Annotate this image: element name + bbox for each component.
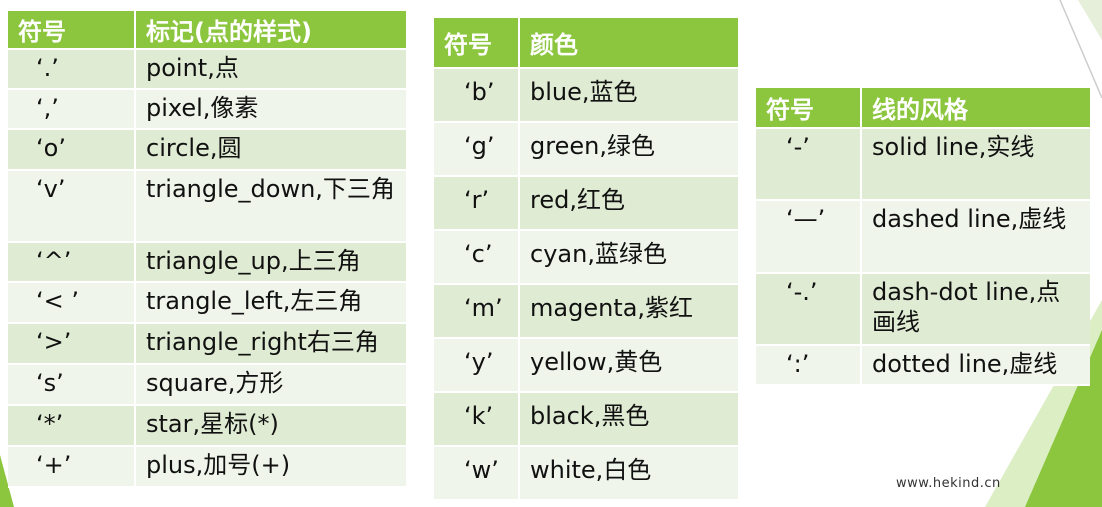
linestyle-header-style: 线的风格 xyxy=(861,88,1090,129)
color-row: ‘r’ red,红色 xyxy=(434,176,738,231)
color-symbol-cell: ‘r’ xyxy=(434,176,520,231)
color-description-cell: black,黑色 xyxy=(519,392,738,447)
marker-symbol-cell: ‘< ’ xyxy=(8,282,136,324)
linestyle-row: ‘-.’ dash-dot line,点画线 xyxy=(756,273,1090,346)
color-description-cell: magenta,紫红 xyxy=(519,284,738,339)
marker-description-cell: point,点 xyxy=(135,49,406,90)
marker-symbol-cell: ‘+’ xyxy=(8,446,136,488)
marker-symbol-cell: ‘v’ xyxy=(8,170,136,243)
marker-row: ‘,’ pixel,像素 xyxy=(8,89,406,130)
right-top-shape xyxy=(1078,0,1102,40)
marker-row: ‘< ’ trangle_left,左三角 xyxy=(8,282,406,324)
color-description-cell: green,绿色 xyxy=(519,122,738,177)
color-symbol-cell: ‘c’ xyxy=(434,230,520,285)
color-description-cell: blue,蓝色 xyxy=(519,68,738,123)
marker-row: ‘>’ triangle_right右三角 xyxy=(8,323,406,365)
linestyle-symbol-cell: ‘—’ xyxy=(756,200,862,274)
color-symbol-cell: ‘k’ xyxy=(434,392,520,447)
marker-description-cell: circle,圆 xyxy=(135,129,406,171)
color-description-cell: cyan,蓝绿色 xyxy=(519,230,738,285)
color-symbol-cell: ‘b’ xyxy=(434,68,520,123)
linestyle-description-cell: dashed line,虚线 xyxy=(861,200,1090,274)
marker-description-cell: triangle_right右三角 xyxy=(135,323,406,365)
color-row: ‘c’ cyan,蓝绿色 xyxy=(434,230,738,285)
marker-header-symbol: 符号 xyxy=(8,11,136,50)
watermark: www.hekind.cn xyxy=(896,476,1001,491)
color-row: ‘k’ black,黑色 xyxy=(434,392,738,447)
marker-row: ‘^’ triangle_up,上三角 xyxy=(8,242,406,283)
color-table: 符号 颜色 ‘b’ blue,蓝色 ‘g’ green,绿色 ‘r’ red,红色 ‘c’ c… xyxy=(434,18,738,501)
linestyle-row: ‘:’ dotted line,虚线 xyxy=(756,345,1090,386)
color-symbol-cell: ‘g’ xyxy=(434,122,520,177)
color-description-cell: yellow,黄色 xyxy=(519,338,738,393)
color-header-symbol: 符号 xyxy=(434,18,520,69)
marker-description-cell: trangle_left,左三角 xyxy=(135,282,406,324)
marker-row: ‘v’ triangle_down,下三角 xyxy=(8,170,406,243)
linestyle-row: ‘-’ solid line,实线 xyxy=(756,128,1090,201)
marker-symbol-cell: ‘>’ xyxy=(8,323,136,365)
marker-row: ‘.’ point,点 xyxy=(8,49,406,90)
color-row: ‘g’ green,绿色 xyxy=(434,122,738,177)
marker-symbol-cell: ‘*’ xyxy=(8,405,136,447)
marker-symbol-cell: ‘s’ xyxy=(8,364,136,406)
marker-description-cell: triangle_down,下三角 xyxy=(135,170,406,243)
marker-symbol-cell: ‘,’ xyxy=(8,89,136,130)
color-header-color: 颜色 xyxy=(519,18,738,69)
marker-symbol-cell: ‘.’ xyxy=(8,49,136,90)
marker-row: ‘o’ circle,圆 xyxy=(8,129,406,171)
marker-symbol-cell: ‘^’ xyxy=(8,242,136,283)
marker-description-cell: triangle_up,上三角 xyxy=(135,242,406,283)
color-symbol-cell: ‘w’ xyxy=(434,446,520,501)
color-symbol-cell: ‘m’ xyxy=(434,284,520,339)
linestyle-symbol-cell: ‘:’ xyxy=(756,345,862,386)
linestyle-description-cell: dotted line,虚线 xyxy=(861,345,1090,386)
color-row: ‘b’ blue,蓝色 xyxy=(434,68,738,123)
marker-description-cell: square,方形 xyxy=(135,364,406,406)
color-description-cell: red,红色 xyxy=(519,176,738,231)
linestyle-symbol-cell: ‘-.’ xyxy=(756,273,862,346)
marker-table: 符号 标记(点的样式) ‘.’ point,点 ‘,’ pixel,像素 ‘o’ circ… xyxy=(8,11,406,488)
marker-row: ‘+’ plus,加号(+) xyxy=(8,446,406,488)
color-row: ‘m’ magenta,紫红 xyxy=(434,284,738,339)
marker-symbol-cell: ‘o’ xyxy=(8,129,136,171)
marker-header-style: 标记(点的样式) xyxy=(135,11,406,50)
linestyle-table: 符号 线的风格 ‘-’ solid line,实线 ‘—’ dashed line,虚… xyxy=(756,88,1090,386)
marker-description-cell: plus,加号(+) xyxy=(135,446,406,488)
marker-description-cell: star,星标(*) xyxy=(135,405,406,447)
color-row: ‘w’ white,白色 xyxy=(434,446,738,501)
linestyle-symbol-cell: ‘-’ xyxy=(756,128,862,201)
marker-description-cell: pixel,像素 xyxy=(135,89,406,130)
color-row: ‘y’ yellow,黄色 xyxy=(434,338,738,393)
linestyle-row: ‘—’ dashed line,虚线 xyxy=(756,200,1090,274)
marker-row: ‘*’ star,星标(*) xyxy=(8,405,406,447)
linestyle-description-cell: solid line,实线 xyxy=(861,128,1090,201)
linestyle-description-cell: dash-dot line,点画线 xyxy=(861,273,1090,346)
marker-row: ‘s’ square,方形 xyxy=(8,364,406,406)
color-description-cell: white,白色 xyxy=(519,446,738,501)
color-symbol-cell: ‘y’ xyxy=(434,338,520,393)
linestyle-header-symbol: 符号 xyxy=(756,88,862,129)
